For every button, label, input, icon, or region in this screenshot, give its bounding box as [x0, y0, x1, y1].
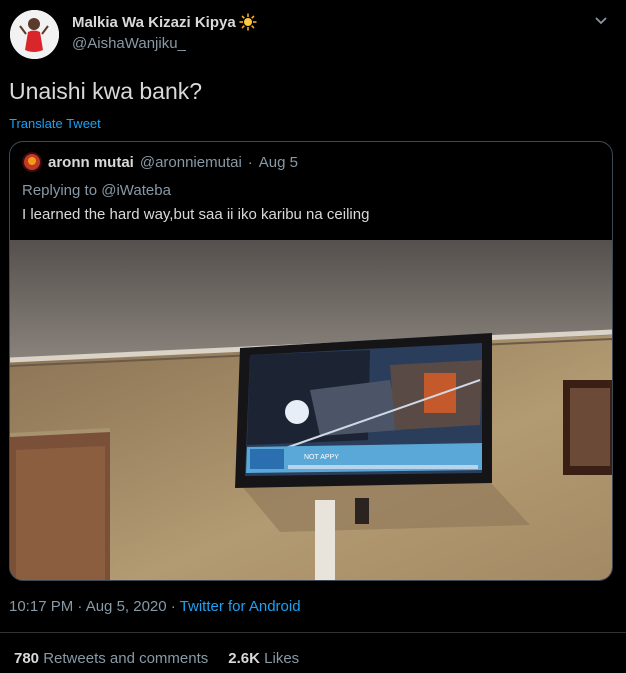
quoted-avatar — [22, 152, 42, 172]
divider — [0, 632, 626, 633]
author-avatar[interactable] — [10, 10, 59, 59]
tweet-source-link[interactable]: Twitter for Android — [180, 598, 301, 615]
quoted-tweet[interactable]: aronn mutai @aronniemutai · Aug 5 Replyi… — [9, 141, 613, 581]
likes-stat[interactable]: 2.6K Likes — [228, 650, 299, 667]
likes-label: Likes — [264, 650, 300, 667]
sun-emoji-icon — [239, 13, 257, 31]
replying-mention: @iWateba — [101, 182, 171, 199]
chevron-down-icon[interactable] — [592, 11, 610, 29]
tweet-stats: 780 Retweets and comments 2.6K Likes — [14, 650, 299, 667]
author-display-name[interactable]: Malkia Wa Kizazi Kipya — [72, 14, 236, 31]
retweets-label: Retweets and comments — [43, 650, 209, 667]
quoted-separator: · — [247, 153, 253, 171]
retweets-count: 780 — [14, 650, 40, 667]
quoted-photo: NOT APPY — [10, 240, 612, 580]
quoted-avatar-image — [22, 152, 42, 172]
replying-prefix: Replying to — [22, 182, 102, 199]
retweets-stat[interactable]: 780 Retweets and comments — [14, 650, 208, 667]
translate-tweet-link[interactable]: Translate Tweet — [9, 116, 101, 131]
quoted-replying-to: Replying to @iWateba — [22, 182, 171, 199]
quoted-text: I learned the hard way,but saa ii iko ka… — [22, 206, 370, 223]
avatar-image — [10, 10, 59, 59]
tweet-meta: 10:17 PM · Aug 5, 2020 · Twitter for And… — [9, 598, 301, 615]
author-handle[interactable]: @AishaWanjiku_ — [72, 35, 186, 52]
tv-ticker-text: NOT APPY — [304, 454, 339, 461]
author-name-row[interactable]: Malkia Wa Kizazi Kipya — [72, 13, 257, 31]
quoted-date: Aug 5 — [258, 153, 298, 171]
tweet-timestamp[interactable]: 10:17 PM · Aug 5, 2020 · — [9, 598, 180, 615]
quoted-header: aronn mutai @aronniemutai · Aug 5 — [22, 152, 298, 172]
quoted-handle: @aronniemutai — [139, 153, 242, 171]
tweet-text: Unaishi kwa bank? — [9, 78, 203, 104]
quoted-display-name: aronn mutai — [48, 153, 134, 171]
likes-count: 2.6K — [228, 650, 260, 667]
